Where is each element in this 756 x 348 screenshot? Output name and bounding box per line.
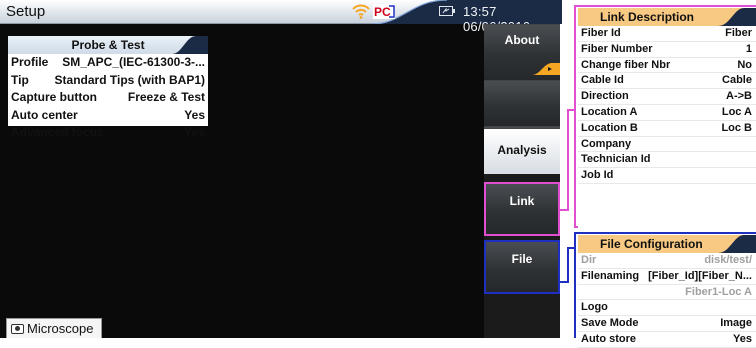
row-label: Auto center [11, 107, 78, 122]
row-value: Image [720, 317, 752, 330]
row-value: 1 [745, 42, 752, 55]
file-row-filenaming[interactable]: Filenaming [Fiber_Id][Fiber_N... [578, 269, 756, 285]
expand-arrow-icon [532, 63, 560, 75]
empty-softkey-1[interactable] [484, 80, 560, 126]
row-value: Fiber [725, 27, 752, 39]
file-configuration-header: File Configuration [578, 235, 756, 253]
row-label: Filenaming [581, 269, 640, 282]
side-menu: About Analysis Link File [484, 24, 560, 338]
file-configuration-title: File Configuration [600, 237, 703, 251]
link-description-panel: Link Description Fiber Id Fiber Fiber Num… [578, 8, 756, 228]
row-value: Yes [184, 107, 205, 122]
row-label: Capture button [11, 90, 97, 104]
row-label: Tip [11, 72, 29, 87]
file-row-filename-preview: Fiber1-Loc A [578, 285, 756, 301]
link-description-title: Link Description [600, 10, 695, 24]
row-value: SM_APC_(IEC-61300-3-... [62, 55, 205, 69]
probe-row-auto-center[interactable]: Auto center Yes [8, 107, 208, 125]
row-value: Yes [184, 125, 205, 139]
title-bar: Setup PC 13:57 06/06/2016 [0, 0, 562, 34]
device-screen: Setup PC 13:57 06/06/2016 Probe & Test [0, 0, 562, 338]
link-description-header: Link Description [578, 8, 756, 26]
microscope-tab[interactable]: Microscope [6, 318, 102, 338]
row-label: Technician Id [581, 153, 651, 166]
microscope-icon [11, 324, 24, 334]
row-label: Profile [11, 55, 49, 69]
row-label: Company [581, 137, 632, 150]
row-value: Fiber1-Loc A [685, 285, 752, 298]
analysis-button[interactable]: Analysis [484, 128, 560, 174]
row-label: Advanced focus [11, 125, 104, 139]
row-label: Job Id [581, 169, 614, 182]
link-button[interactable]: Link [484, 182, 560, 236]
file-label: File [511, 252, 533, 266]
row-value: Yes [733, 332, 752, 345]
probe-row-tip[interactable]: Tip Standard Tips (with BAP1) [8, 72, 208, 90]
link-row-cable-id[interactable]: Cable Id Cable [578, 73, 756, 90]
link-row-location-b[interactable]: Location B Loc B [578, 121, 756, 137]
link-row-technician-id[interactable]: Technician Id [578, 152, 756, 169]
probe-row-capture-button[interactable]: Capture button Freeze & Test [8, 89, 208, 107]
link-row-job-id[interactable]: Job Id [578, 168, 756, 184]
link-row-fiber-number[interactable]: Fiber Number 1 [578, 42, 756, 58]
link-row-change-fiber-nbr[interactable]: Change fiber Nbr No [578, 58, 756, 74]
analysis-label: Analysis [497, 143, 547, 157]
link-row-direction[interactable]: Direction A->B [578, 89, 756, 105]
probe-test-panel: Probe & Test Profile SM_APC_(IEC-61300-3… [8, 36, 208, 139]
row-label: Dir [581, 254, 597, 266]
about-button[interactable]: About [484, 24, 560, 80]
wifi-icon [352, 4, 370, 19]
window-title: Setup [6, 3, 46, 20]
file-button[interactable]: File [484, 240, 560, 294]
row-label: Direction [581, 90, 629, 103]
about-label: About [504, 33, 540, 47]
file-row-save-mode[interactable]: Save Mode Image [578, 316, 756, 332]
battery-icon [439, 6, 455, 16]
row-value: A->B [726, 90, 752, 103]
link-row-fiber-id[interactable]: Fiber Id Fiber [578, 26, 756, 42]
row-value: Standard Tips (with BAP1) [54, 72, 205, 87]
link-row-company[interactable]: Company [578, 137, 756, 153]
row-label: Fiber Id [581, 27, 621, 39]
probe-row-advanced-focus[interactable]: Advanced focus Yes [8, 124, 208, 142]
microscope-tab-label: Microscope [27, 321, 94, 336]
file-row-dir[interactable]: Dir disk/test/ [578, 253, 756, 269]
pc-connection-icon: PC [373, 4, 395, 19]
row-label: Auto store [581, 332, 636, 345]
probe-test-header: Probe & Test [8, 36, 208, 54]
row-value: Cable [722, 74, 752, 87]
row-value: Loc B [721, 121, 752, 134]
row-label: Cable Id [581, 74, 624, 87]
row-value: [Fiber_Id][Fiber_N... [648, 269, 752, 282]
row-value: Freeze & Test [127, 90, 205, 104]
row-value: Loc A [721, 105, 752, 118]
row-value: No [737, 58, 752, 71]
probe-test-title: Probe & Test [71, 38, 145, 52]
row-label: Change fiber Nbr [581, 58, 671, 71]
header-tab-decoration [172, 36, 208, 54]
link-row-location-a[interactable]: Location A Loc A [578, 105, 756, 121]
file-row-logo[interactable]: Logo [578, 300, 756, 317]
row-label: Location B [581, 121, 638, 134]
svg-text:PC: PC [374, 5, 391, 19]
row-label: Logo [581, 301, 608, 314]
row-label: Save Mode [581, 317, 639, 330]
row-value: disk/test/ [704, 254, 752, 266]
file-configuration-panel: File Configuration Dir disk/test/ Filenam… [578, 235, 756, 348]
link-label: Link [509, 194, 535, 208]
row-label: Location A [581, 105, 638, 118]
row-label: Fiber Number [581, 42, 653, 55]
file-row-auto-store[interactable]: Auto store Yes [578, 332, 756, 348]
probe-row-profile[interactable]: Profile SM_APC_(IEC-61300-3-... [8, 54, 208, 72]
